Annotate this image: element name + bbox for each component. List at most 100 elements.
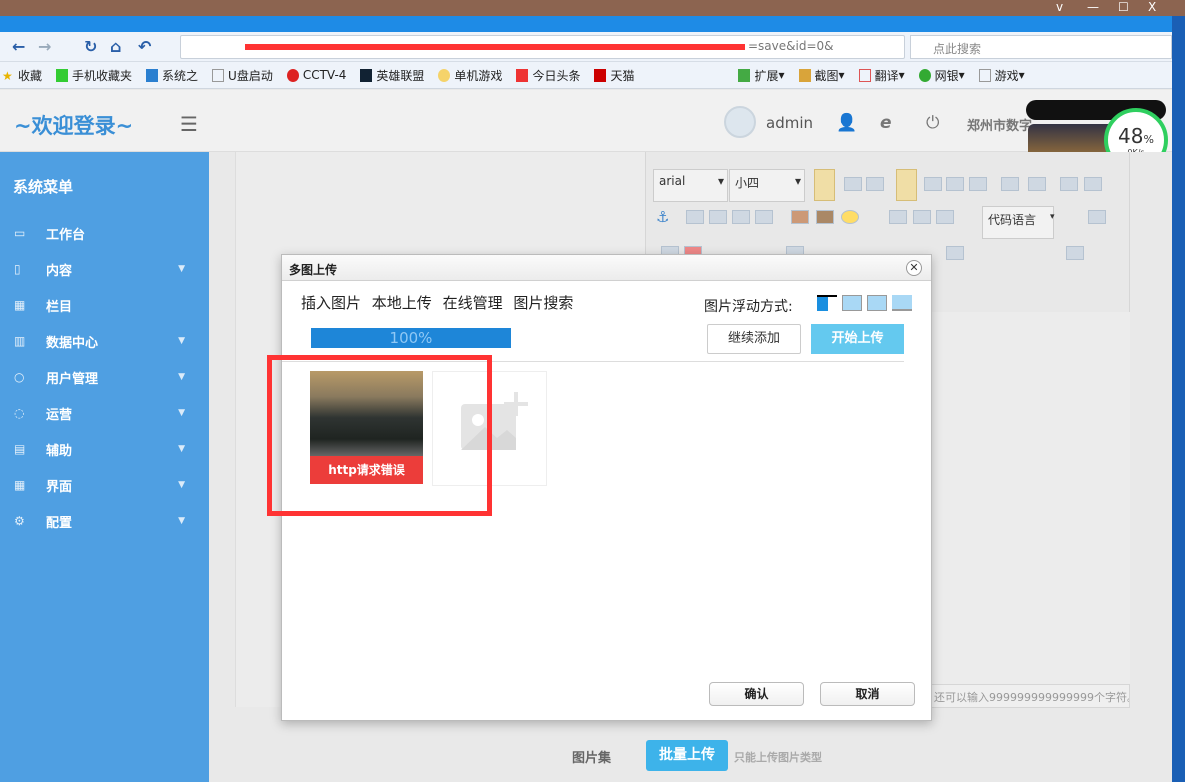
link-button[interactable] xyxy=(1060,177,1078,191)
bookmark-favorites[interactable]: ★ 收藏 xyxy=(2,67,42,84)
username[interactable]: admin xyxy=(766,114,813,132)
map-button[interactable] xyxy=(936,210,954,224)
justify-button[interactable] xyxy=(969,177,987,191)
dialog-tabs: 插入图片 本地上传 在线管理 图片搜索 xyxy=(301,292,577,313)
sidebar-item-content[interactable]: ▯ 内容 ▼ xyxy=(0,251,209,287)
extensions-menu[interactable]: 扩展 ▾ xyxy=(738,67,785,84)
font-size-select[interactable]: 小四 ▾ xyxy=(729,169,805,202)
bookmark-lol[interactable]: 英雄联盟 xyxy=(360,67,424,84)
sidebar-item-columns[interactable]: ▦ 栏目 xyxy=(0,287,209,323)
image-none-button[interactable] xyxy=(686,210,704,224)
logo: ~欢迎登录~ xyxy=(14,114,134,138)
screenshot-menu[interactable]: 截图 ▾ xyxy=(798,67,845,84)
align-right-button[interactable] xyxy=(946,177,964,191)
forward-icon[interactable]: → xyxy=(38,37,51,56)
gear-icon: ⚙ xyxy=(14,514,25,528)
template-button[interactable] xyxy=(1088,210,1106,224)
undo-icon[interactable]: ↶ xyxy=(138,37,151,56)
power-icon[interactable]: ⏻ xyxy=(926,113,939,133)
tab-strip[interactable] xyxy=(0,16,1172,32)
search-input[interactable]: 点此搜索 xyxy=(910,35,1172,59)
bookmark-toutiao[interactable]: 今日头条 xyxy=(516,67,580,84)
start-upload-button[interactable]: 开始上传 xyxy=(811,324,904,354)
bank-menu[interactable]: 网银 ▾ xyxy=(918,67,965,84)
sidebar-item-data-center[interactable]: ▥ 数据中心 ▼ xyxy=(0,323,209,359)
bookmark-usb[interactable]: U盘启动 xyxy=(212,67,273,84)
align-center-button[interactable] xyxy=(924,177,942,191)
layout-icon: ▦ xyxy=(14,478,26,492)
anchor-icon[interactable]: ⚓ xyxy=(656,208,669,226)
code-language-select[interactable]: 代码语言 xyxy=(982,206,1054,239)
avatar[interactable] xyxy=(724,106,756,138)
sidebar-item-workbench[interactable]: ▭ 工作台 xyxy=(0,215,209,251)
image-left-button[interactable] xyxy=(709,210,727,224)
bookmark-mobile[interactable]: 手机收藏夹 xyxy=(56,67,132,84)
chevron-down-icon: ▼ xyxy=(178,444,185,454)
gallery-label: 图片集 xyxy=(572,751,612,766)
multi-image-button[interactable] xyxy=(816,210,834,224)
back-icon[interactable]: ← xyxy=(12,37,25,56)
indent-button[interactable] xyxy=(866,177,884,191)
float-right-icon[interactable] xyxy=(867,295,887,311)
add-more-button[interactable]: 继续添加 xyxy=(707,324,801,354)
user-icon: ○ xyxy=(14,370,25,384)
games-menu[interactable]: 游戏 ▾ xyxy=(978,67,1025,84)
tab-image-search[interactable]: 图片搜索 xyxy=(513,294,573,312)
window-edge xyxy=(1172,16,1185,782)
close-icon[interactable]: ✕ xyxy=(906,260,922,276)
chevron-down-icon: ▼ xyxy=(178,516,185,526)
float-center-icon[interactable] xyxy=(892,295,912,311)
bookmark-system[interactable]: 系统之 xyxy=(146,67,198,84)
address-bar[interactable]: =save&id=0& xyxy=(180,35,905,59)
chevron-down-icon: ▼ xyxy=(178,372,185,382)
chevron-down-icon: ▼ xyxy=(178,408,185,418)
chevron-down-icon: ▼ xyxy=(178,480,185,490)
emotion-button[interactable] xyxy=(841,210,859,224)
menu-button[interactable]: v xyxy=(1056,0,1063,14)
sidebar-item-config[interactable]: ⚙ 配置 ▼ xyxy=(0,503,209,539)
ltr-button[interactable] xyxy=(814,169,835,201)
merge-cells-button[interactable] xyxy=(946,246,964,260)
tab-local-upload[interactable]: 本地上传 xyxy=(372,294,432,312)
tab-insert-image[interactable]: 插入图片 xyxy=(301,294,361,312)
home-icon[interactable]: ⌂ xyxy=(110,37,121,56)
bookmark-cctv[interactable]: CCTV-4 xyxy=(286,68,346,82)
sidebar-item-interface[interactable]: ▦ 界面 ▼ xyxy=(0,467,209,503)
unlink-button[interactable] xyxy=(1084,177,1102,191)
bookmark-games[interactable]: 单机游戏 xyxy=(438,67,502,84)
rtl-button[interactable] xyxy=(844,177,862,191)
confirm-button[interactable]: 确认 xyxy=(709,682,804,706)
font-family-select[interactable]: arial ▾ xyxy=(653,169,728,202)
split-cells-button[interactable] xyxy=(1066,246,1084,260)
upload-progress-bar: 100% xyxy=(311,328,511,348)
refresh-icon[interactable]: ↻ xyxy=(84,37,97,56)
cpu-percent: 48 xyxy=(1118,124,1144,148)
video-button[interactable] xyxy=(889,210,907,224)
close-window-button[interactable]: X xyxy=(1148,0,1156,14)
bookmark-tmall[interactable]: 天猫 xyxy=(594,67,634,84)
tab-online-manage[interactable]: 在线管理 xyxy=(443,294,503,312)
sidebar-item-operations[interactable]: ◌ 运营 ▼ xyxy=(0,395,209,431)
menu-toggle-icon[interactable]: ☰ xyxy=(180,112,198,136)
align-left-button[interactable] xyxy=(896,169,917,201)
sidebar-item-assist[interactable]: ▤ 辅助 ▼ xyxy=(0,431,209,467)
font-grow-button[interactable] xyxy=(1001,177,1019,191)
minimize-button[interactable]: — xyxy=(1087,0,1099,14)
image-right-button[interactable] xyxy=(732,210,750,224)
attachment-button[interactable] xyxy=(913,210,931,224)
batch-upload-button[interactable]: 批量上传 xyxy=(646,740,728,771)
chevron-down-icon: ▼ xyxy=(178,264,185,274)
maximize-button[interactable]: ☐ xyxy=(1118,0,1129,14)
float-left-icon[interactable] xyxy=(842,295,862,311)
image-center-button[interactable] xyxy=(755,210,773,224)
font-shrink-button[interactable] xyxy=(1028,177,1046,191)
bookmarks-bar: ★ 收藏 手机收藏夹 系统之 U盘启动 CCTV-4 英雄联盟 单机游戏 今日头条… xyxy=(0,62,1172,89)
user-icon[interactable]: 👤 xyxy=(836,113,857,133)
headset-icon: ◌ xyxy=(14,406,25,420)
ie-icon[interactable]: e xyxy=(880,113,892,133)
translate-menu[interactable]: 翻译 ▾ xyxy=(858,67,905,84)
image-button[interactable] xyxy=(791,210,809,224)
float-none-icon[interactable] xyxy=(817,295,837,311)
cancel-button[interactable]: 取消 xyxy=(820,682,915,706)
sidebar-item-users[interactable]: ○ 用户管理 ▼ xyxy=(0,359,209,395)
